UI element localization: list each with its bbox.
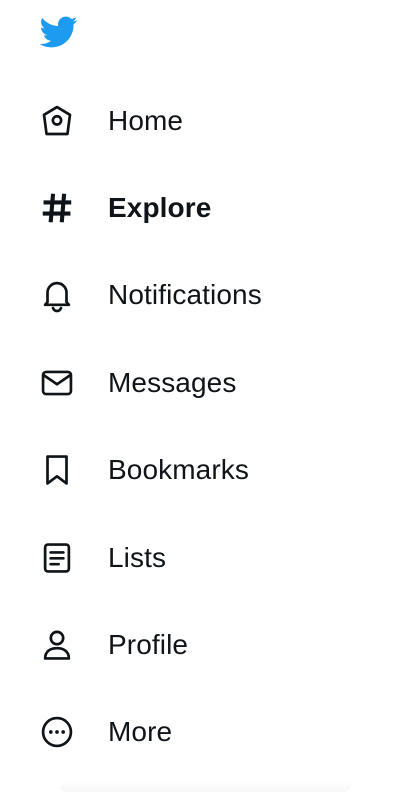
person-icon [38, 626, 76, 664]
nav-item-lists[interactable]: Lists [0, 530, 406, 586]
nav-label-bookmarks: Bookmarks [108, 454, 249, 485]
nav-item-home[interactable]: Home [0, 93, 406, 149]
sidebar-nav: Home Explore Notifications Messages Book… [0, 0, 406, 792]
tweet-button-shadow [60, 780, 350, 792]
nav-label-lists: Lists [108, 542, 167, 573]
nav-label-notifications: Notifications [108, 279, 262, 310]
nav-label-home: Home [108, 105, 184, 136]
envelope-icon [38, 364, 76, 402]
bookmark-icon [38, 451, 76, 489]
nav-item-profile[interactable]: Profile [0, 617, 406, 673]
home-icon [38, 102, 76, 140]
nav-label-explore: Explore [108, 192, 212, 223]
nav-item-more[interactable]: More [0, 704, 406, 760]
nav-item-messages[interactable]: Messages [0, 355, 406, 411]
nav-label-messages: Messages [108, 367, 237, 398]
more-circle-icon [38, 713, 76, 751]
list-icon [38, 539, 76, 577]
twitter-logo-icon[interactable] [36, 12, 80, 52]
bell-icon [38, 276, 76, 314]
nav-item-explore[interactable]: Explore [0, 180, 406, 236]
nav-item-bookmarks[interactable]: Bookmarks [0, 442, 406, 498]
nav-label-profile: Profile [108, 629, 189, 660]
nav-label-more: More [108, 716, 173, 747]
nav-item-notifications[interactable]: Notifications [0, 267, 406, 323]
hashtag-icon [38, 189, 76, 227]
